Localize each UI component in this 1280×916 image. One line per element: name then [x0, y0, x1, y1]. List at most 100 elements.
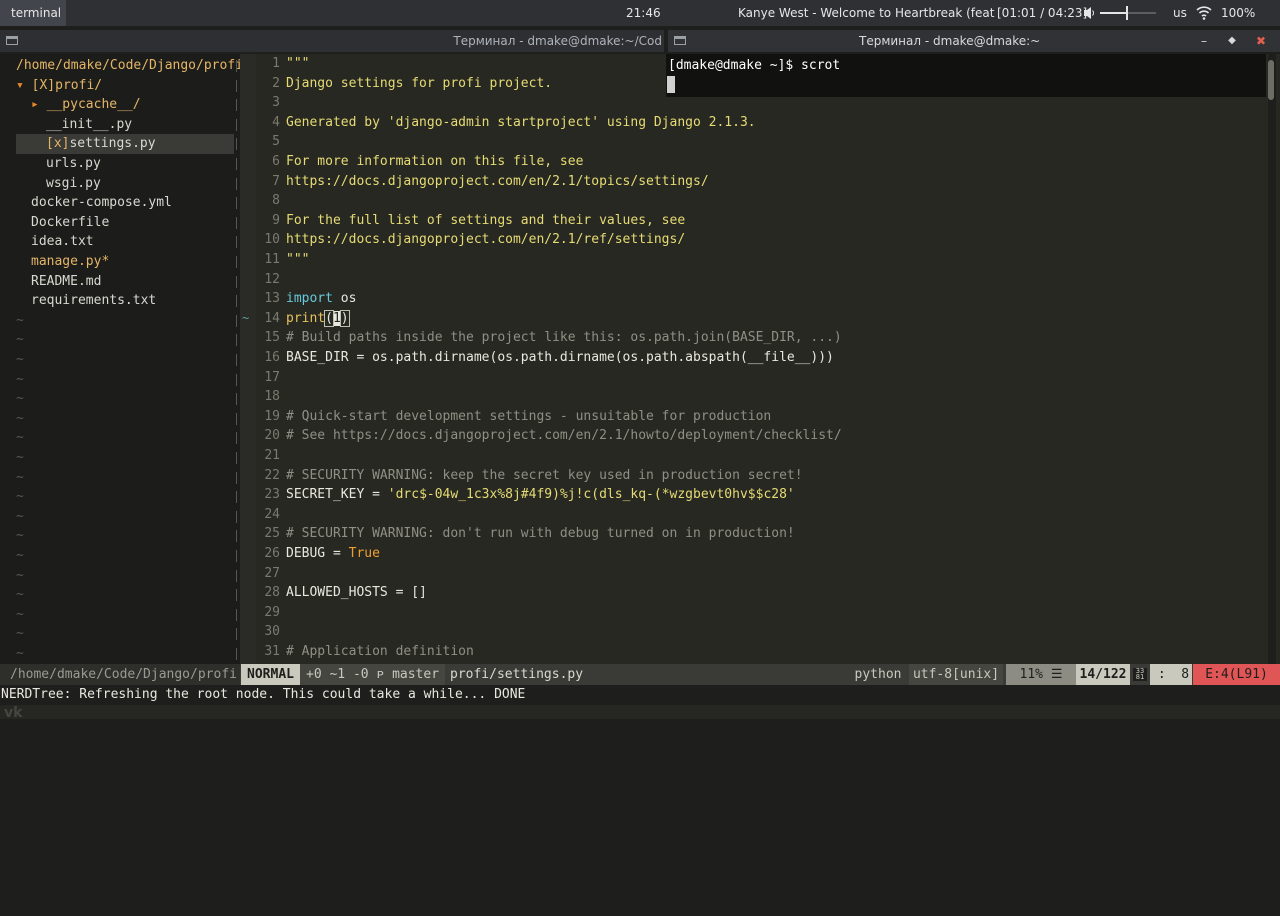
split-border-segment: [236, 373, 237, 386]
maximize-icon[interactable]: ◆: [1225, 30, 1239, 52]
code-line[interactable]: For the full list of settings and their …: [286, 213, 685, 228]
status-encoding: utf-8[unix]: [909, 664, 1003, 685]
code-line[interactable]: """: [286, 56, 309, 71]
code-line[interactable]: # See https://docs.djangoproject.com/en/…: [286, 428, 842, 443]
line-number: 26: [264, 546, 280, 561]
line-number: 6: [272, 154, 280, 169]
empty-line-tilde: ~: [16, 469, 24, 485]
split-border-segment: [236, 530, 237, 543]
tree-file-dockerfile[interactable]: Dockerfile: [31, 213, 109, 233]
split-border-segment: [236, 197, 237, 210]
code-text: Django settings for profi project.: [286, 75, 553, 91]
scrollbar[interactable]: [1268, 54, 1276, 664]
tree-file-urls[interactable]: urls.py: [46, 154, 101, 174]
clock[interactable]: 21:46: [626, 0, 661, 26]
keyboard-layout[interactable]: us: [1173, 0, 1187, 26]
split-border-segment: [236, 628, 237, 641]
tree-file-settings[interactable]: [x]settings.py: [46, 134, 156, 154]
collapse-arrow-icon[interactable]: ▾: [16, 78, 32, 93]
volume-slider-handle[interactable]: [1126, 6, 1128, 20]
minimize-icon[interactable]: –: [1197, 30, 1211, 52]
battery-level[interactable]: 100%: [1221, 0, 1255, 26]
code-line[interactable]: BASE_DIR = os.path.dirname(os.path.dirna…: [286, 350, 834, 365]
split-border-segment: [236, 393, 237, 406]
now-playing[interactable]: Kanye West - Welcome to Heartbreak (feat: [738, 0, 994, 26]
split-border-segment: [236, 295, 237, 308]
split-border-segment: [236, 471, 237, 484]
terminal-window[interactable]: [dmake@dmake ~]$ scrot: [666, 54, 1266, 97]
keyword: import: [286, 291, 333, 307]
tree-file-init[interactable]: __init__.py: [46, 115, 132, 135]
close-icon[interactable]: ✖: [1254, 30, 1268, 52]
code-line[interactable]: https://docs.djangoproject.com/en/2.1/to…: [286, 174, 709, 189]
volume-icon[interactable]: [1083, 0, 1095, 26]
code-line[interactable]: # Build paths inside the project like th…: [286, 330, 842, 345]
tree-file-requirements[interactable]: requirements.txt: [31, 291, 156, 311]
code-line[interactable]: # Application definition: [286, 644, 474, 659]
tree-dir-profi[interactable]: ▾ [X]profi/: [16, 76, 102, 96]
empty-line-tilde: ~: [16, 312, 24, 328]
tree-file-wsgi[interactable]: wsgi.py: [46, 174, 101, 194]
split-border-segment: [236, 569, 237, 582]
code-line[interactable]: # SECURITY WARNING: don't run with debug…: [286, 526, 795, 541]
split-border-segment: [236, 256, 237, 268]
empty-line-tilde: ~: [16, 587, 24, 603]
line-number: 30: [264, 624, 280, 640]
code-text: # See https://docs.djangoproject.com/en/…: [286, 428, 842, 444]
code-text: Generated by 'django-admin startproject'…: [286, 114, 756, 130]
volume-slider[interactable]: [1100, 12, 1156, 14]
tree-root-path[interactable]: /home/dmake/Code/Django/profi: [16, 56, 243, 76]
split-border-segment: [236, 60, 237, 72]
empty-line-tilde: ~: [16, 391, 24, 407]
wifi-icon[interactable]: [1196, 0, 1212, 26]
expand-arrow-icon[interactable]: ▸: [31, 97, 47, 112]
split-border-segment: [236, 452, 237, 464]
code-line[interactable]: Generated by 'django-admin startproject'…: [286, 115, 756, 130]
code-line[interactable]: https://docs.djangoproject.com/en/2.1/re…: [286, 232, 685, 247]
line-number: 28: [264, 585, 280, 601]
code-line[interactable]: DEBUG = True: [286, 546, 380, 561]
code-line[interactable]: """: [286, 252, 309, 267]
workspace-label[interactable]: terminal: [0, 0, 66, 26]
code-line[interactable]: SECRET_KEY = 'drc$-04w_1c3x%8j#4f9)%j!c(…: [286, 487, 795, 502]
empty-line-tilde: ~: [16, 489, 24, 505]
code-line[interactable]: print(1): [286, 309, 350, 327]
variable-name: DEBUG: [286, 546, 326, 561]
sign-column: [240, 54, 256, 664]
split-border-segment: [236, 118, 237, 131]
tree-file-readme[interactable]: README.md: [31, 272, 101, 292]
line-number: 24: [264, 506, 280, 522]
vim-command-line[interactable]: NERDTree: Refreshing the root node. This…: [0, 685, 1280, 705]
line-number: 11: [264, 252, 280, 267]
line-number: 4: [272, 114, 280, 130]
code-line[interactable]: For more information on this file, see: [286, 154, 583, 169]
line-number: 15: [264, 330, 280, 346]
tree-file-manage[interactable]: manage.py*: [31, 252, 109, 272]
window-title: Терминал - dmake@dmake:~: [859, 34, 1041, 48]
git-change-sign: ~: [242, 311, 250, 325]
paren: (: [324, 309, 334, 327]
split-border-segment: [236, 608, 237, 621]
code-line[interactable]: # SECURITY WARNING: keep the secret key …: [286, 468, 803, 483]
tree-file-docker-compose[interactable]: docker-compose.yml: [31, 193, 172, 213]
status-line-number: 14/122: [1076, 664, 1130, 685]
scrollbar-thumb[interactable]: [1268, 60, 1274, 100]
code-line[interactable]: ALLOWED_HOSTS = []: [286, 585, 427, 600]
code-line[interactable]: # Quick-start development settings - uns…: [286, 409, 771, 424]
tree-dir-pycache[interactable]: ▸ __pycache__/: [31, 95, 141, 115]
tree-file-idea[interactable]: idea.txt: [31, 232, 94, 252]
empty-line-tilde: ~: [16, 450, 24, 465]
terminal-window-titlebar-left[interactable]: Терминал - dmake@dmake:~/Cod: [0, 30, 664, 52]
split-border-segment: [236, 216, 237, 229]
empty-line-tilde: ~: [16, 606, 24, 622]
line-number: 20: [264, 428, 280, 444]
status-mode: NORMAL: [241, 664, 300, 685]
terminal-window-titlebar-right[interactable]: Терминал - dmake@dmake:~ – ◆ ✖: [668, 30, 1280, 52]
code-line[interactable]: import os: [286, 291, 356, 306]
line-number: 16: [264, 350, 280, 365]
line-number: 29: [264, 604, 280, 620]
column-icon: 33 81: [1133, 668, 1147, 681]
split-border-segment: [236, 510, 237, 523]
code-line[interactable]: Django settings for profi project.: [286, 76, 552, 91]
vim-statusline: /home/dmake/Code/Django/profi NORMAL +0 …: [0, 664, 1280, 685]
